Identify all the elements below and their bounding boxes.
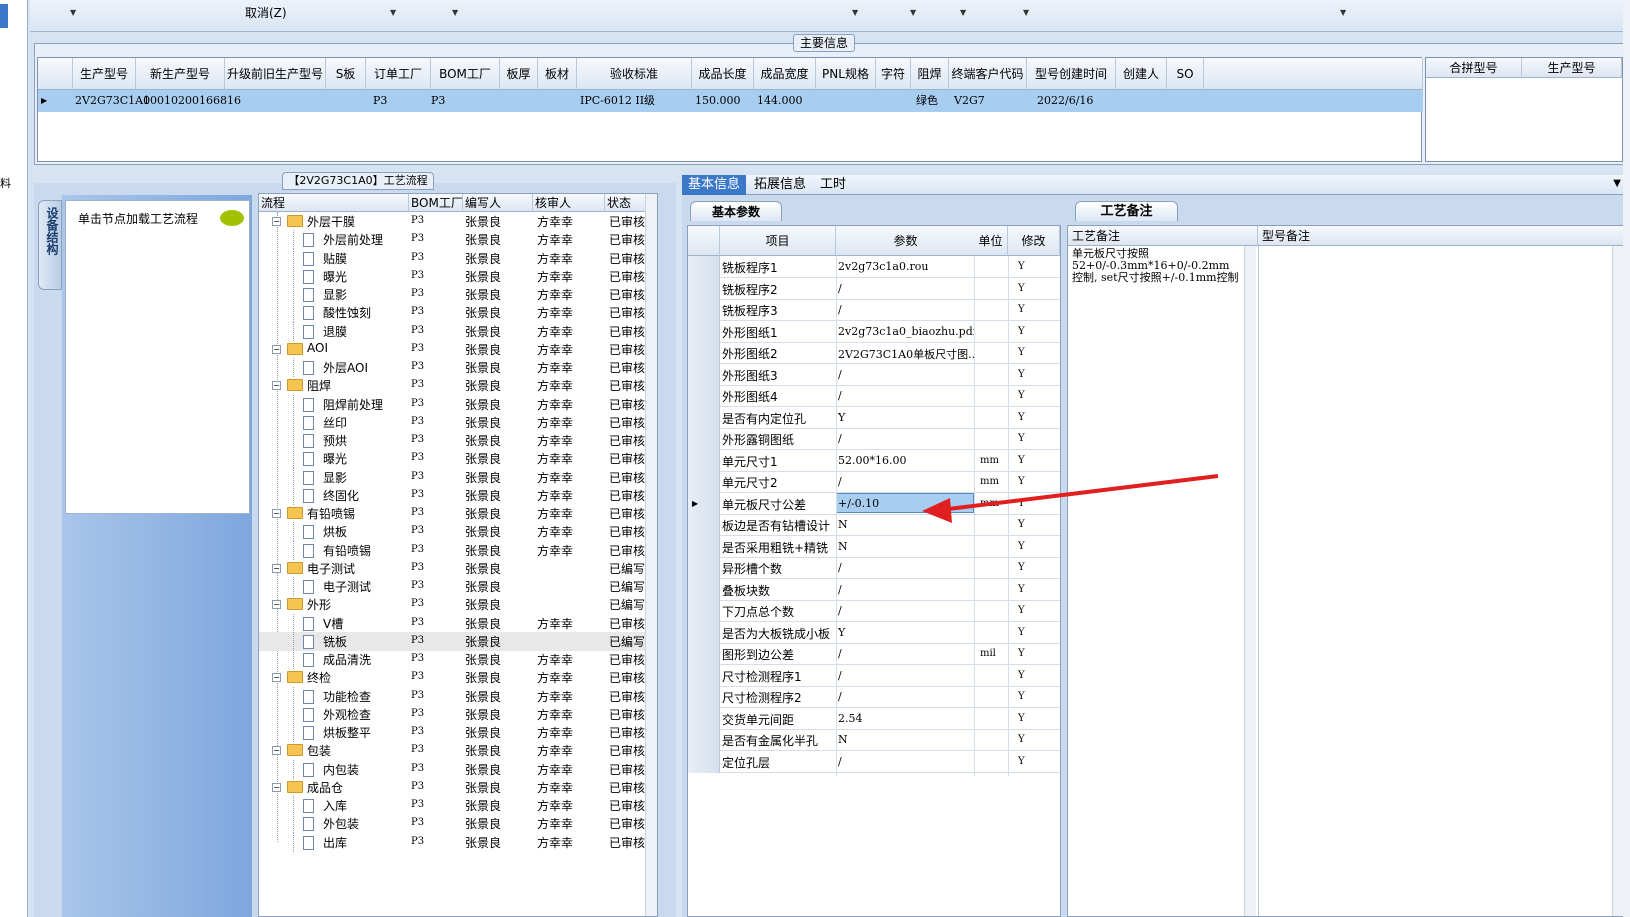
- annotation-overlay: [922, 474, 1219, 523]
- red-arrow-line: [939, 474, 1219, 512]
- window-right-edge: [1623, 0, 1630, 917]
- red-arrow-head: [922, 498, 952, 523]
